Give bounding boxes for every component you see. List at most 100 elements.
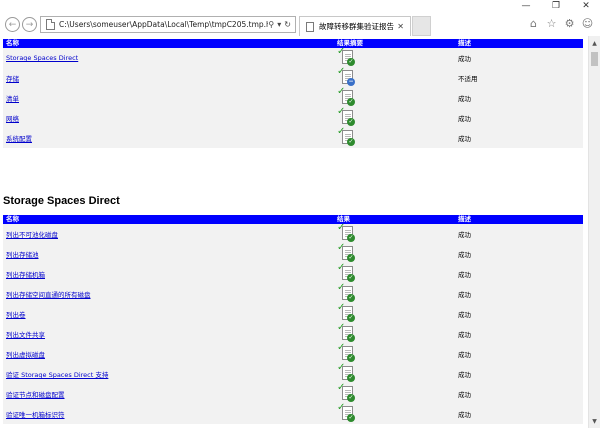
name-cell: 列出存储机箱 — [3, 264, 334, 284]
address-bar[interactable]: C:\Users\someuser\AppData\Local\Temp\tmp… — [40, 16, 296, 33]
table-row: 验证 Storage Spaces Direct 支持 ✓ ✓ 成功 — [3, 363, 583, 384]
success-report-icon: ✓ ✓ — [337, 46, 355, 66]
test-link[interactable]: 列出不可池化磁盘 — [6, 231, 58, 239]
description-cell: 成功 — [455, 264, 583, 284]
page-content: 名称 结果摘要 描述 Storage Spaces Direct ✓ ✓ 成功 存储 ✓ −… — [0, 36, 588, 428]
feedback-smiley-icon[interactable]: ☺ — [581, 18, 594, 30]
test-link[interactable]: 验证节点和磁盘配置 — [6, 391, 65, 399]
name-cell: 列出存储空间直通的所有磁盘 — [3, 284, 334, 304]
table-row: 列出存储池 ✓ ✓ 成功 — [3, 242, 583, 264]
name-cell: 系统配置 — [3, 128, 334, 148]
test-link[interactable]: 列出虚拟磁盘 — [6, 351, 45, 359]
success-report-icon: ✓ ✓ — [337, 126, 355, 146]
not-applicable-report-icon: ✓ − — [337, 66, 355, 86]
result-cell: ✓ − — [334, 66, 455, 88]
scroll-down-icon[interactable]: ▼ — [589, 415, 600, 427]
home-icon[interactable]: ⌂ — [527, 18, 540, 30]
result-cell: ✓ ✓ — [334, 242, 455, 264]
tab-report[interactable]: 故障转移群集验证报告 ✕ — [299, 16, 411, 36]
refresh-icon[interactable]: ↻ — [284, 20, 291, 29]
result-cell: ✓ ✓ — [334, 342, 455, 364]
name-cell: 验证 Storage Spaces Direct 支持 — [3, 364, 334, 384]
test-link[interactable]: 清单 — [6, 95, 19, 103]
test-link[interactable]: 列出卷 — [6, 311, 26, 319]
test-link[interactable]: 列出存储池 — [6, 251, 39, 259]
test-link[interactable]: 验证唯一机箱标识符 — [6, 411, 65, 419]
test-link[interactable]: 网络 — [6, 115, 19, 123]
dropdown-icon[interactable]: ▾ — [277, 20, 281, 29]
result-cell: ✓ ✓ — [334, 363, 455, 384]
vertical-scrollbar[interactable]: ▲ ▼ — [588, 36, 600, 428]
name-cell: 存储 — [3, 68, 334, 88]
description-cell: 成功 — [455, 224, 583, 244]
favorites-star-icon[interactable]: ☆ — [545, 18, 558, 30]
success-report-icon: ✓ ✓ — [337, 242, 355, 262]
tab-page-icon — [306, 21, 314, 32]
result-cell: ✓ ✓ — [334, 382, 455, 404]
test-link[interactable]: 列出存储机箱 — [6, 271, 45, 279]
result-cell: ✓ ✓ — [334, 126, 455, 148]
table-row: 列出文件共享 ✓ ✓ 成功 — [3, 323, 583, 344]
settings-gear-icon[interactable]: ⚙ — [563, 18, 576, 30]
test-link[interactable]: 系统配置 — [6, 135, 32, 143]
result-cell: ✓ ✓ — [334, 106, 455, 128]
description-cell: 成功 — [455, 108, 583, 128]
address-url[interactable]: C:\Users\someuser\AppData\Local\Temp\tmp… — [59, 20, 268, 29]
success-report-icon: ✓ ✓ — [337, 262, 355, 282]
description-cell: 成功 — [455, 48, 583, 68]
success-report-icon: ✓ ✓ — [337, 106, 355, 126]
table-row: 验证唯一机箱标识符 ✓ ✓ 成功 — [3, 403, 583, 424]
forward-arrow-icon: → — [25, 19, 34, 30]
scroll-up-icon[interactable]: ▲ — [589, 37, 600, 49]
result-cell: ✓ ✓ — [334, 222, 455, 244]
header-result-summary: 结果摘要 — [334, 39, 455, 48]
test-link[interactable]: 列出存储空间直通的所有磁盘 — [6, 291, 91, 299]
description-cell: 成功 — [455, 284, 583, 304]
header-result: 结果 — [334, 215, 455, 224]
table-row: 列出虚拟磁盘 ✓ ✓ 成功 — [3, 342, 583, 364]
minimize-button[interactable]: — — [512, 0, 540, 12]
back-arrow-icon: ← — [8, 19, 17, 30]
test-link[interactable]: Storage Spaces Direct — [6, 54, 78, 62]
test-link[interactable]: 存储 — [6, 75, 19, 83]
forward-button[interactable]: → — [22, 17, 37, 32]
close-button[interactable]: ✕ — [572, 0, 600, 12]
table-row: 列出存储机箱 ✓ ✓ 成功 — [3, 262, 583, 284]
success-report-icon: ✓ ✓ — [337, 86, 355, 106]
detail-header-row: 名称 结果 描述 — [3, 215, 583, 224]
success-report-icon: ✓ ✓ — [337, 382, 355, 402]
header-name: 名称 — [3, 39, 334, 48]
name-cell: Storage Spaces Direct — [3, 48, 334, 68]
back-button[interactable]: ← — [5, 17, 20, 32]
success-report-icon: ✓ ✓ — [337, 342, 355, 362]
name-cell: 列出虚拟磁盘 — [3, 344, 334, 364]
result-cell: ✓ ✓ — [334, 323, 455, 344]
table-row: 列出卷 ✓ ✓ 成功 — [3, 302, 583, 324]
description-cell: 成功 — [455, 384, 583, 404]
table-row: 列出存储空间直通的所有磁盘 ✓ ✓ 成功 — [3, 283, 583, 304]
detail-table: 名称 结果 描述 列出不可池化磁盘 ✓ ✓ 成功 列出存储池 ✓ ✓ 成功 列出存储机箱 ✓ ✓ 成功… — [3, 215, 583, 424]
result-cell: ✓ ✓ — [334, 86, 455, 108]
table-row: 清单 ✓ ✓ 成功 — [3, 86, 583, 108]
scrollbar-thumb[interactable] — [591, 52, 598, 66]
table-row: 系统配置 ✓ ✓ 成功 — [3, 126, 583, 148]
success-report-icon: ✓ ✓ — [337, 302, 355, 322]
title-bar: — ❐ ✕ — [0, 0, 600, 12]
tab-label: 故障转移群集验证报告 — [319, 22, 394, 31]
new-tab-button[interactable] — [412, 16, 431, 36]
test-link[interactable]: 验证 Storage Spaces Direct 支持 — [6, 371, 108, 379]
search-icon[interactable]: ⚲ — [268, 20, 274, 29]
restore-button[interactable]: ❐ — [542, 0, 570, 12]
description-cell: 成功 — [455, 324, 583, 344]
name-cell: 网络 — [3, 108, 334, 128]
success-report-icon: ✓ ✓ — [337, 222, 355, 242]
table-row: 列出不可池化磁盘 ✓ ✓ 成功 — [3, 222, 583, 244]
header-name: 名称 — [3, 215, 334, 224]
description-cell: 成功 — [455, 244, 583, 264]
test-link[interactable]: 列出文件共享 — [6, 331, 45, 339]
navigation-bar: ← → C:\Users\someuser\AppData\Local\Temp… — [0, 12, 600, 36]
description-cell: 不适用 — [455, 68, 583, 88]
name-cell: 列出存储池 — [3, 244, 334, 264]
tab-close-icon[interactable]: ✕ — [397, 22, 404, 31]
header-description: 描述 — [455, 215, 583, 224]
